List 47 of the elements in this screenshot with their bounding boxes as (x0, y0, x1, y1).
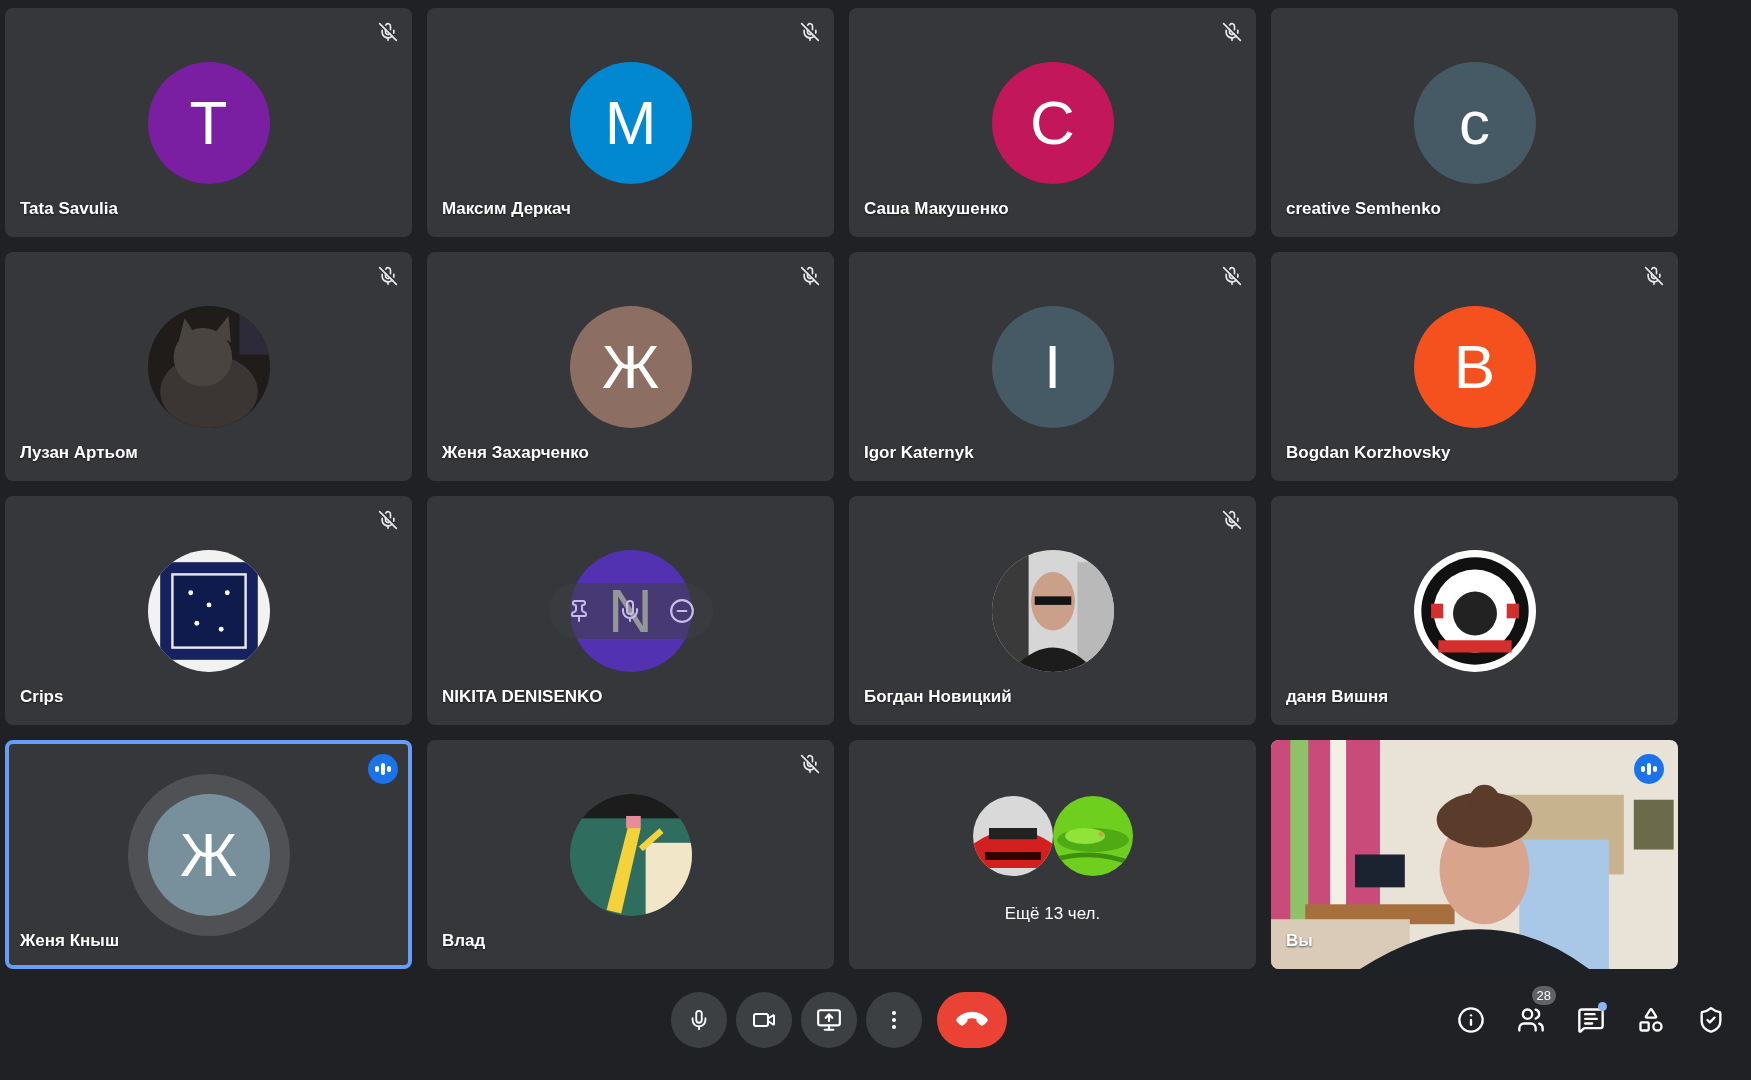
participant-name: Crips (20, 687, 64, 707)
participant-tile[interactable]: Влад (427, 740, 834, 969)
participant-tile[interactable]: Ж Женя Захарченко (427, 252, 834, 481)
more-participants-tile[interactable]: Ещё 13 чел. (849, 740, 1256, 969)
avatar: Ж (569, 305, 692, 428)
participant-name: Максим Деркач (442, 199, 571, 219)
participant-name: Саша Макушенко (864, 199, 1009, 219)
participant-name: Вы (1286, 931, 1313, 951)
participant-name: Igor Katernyk (864, 443, 974, 463)
avatar: C (991, 61, 1114, 184)
participant-tile[interactable]: Богдан Новицкий (849, 496, 1256, 725)
participant-name: Богдан Новицкий (864, 687, 1012, 707)
participant-tile[interactable]: Ж Женя Кныш (5, 740, 412, 969)
info-icon (1457, 1005, 1485, 1034)
participant-name: Женя Захарченко (442, 443, 589, 463)
avatar: N (569, 549, 692, 672)
participant-tile[interactable]: даня Вишня (1271, 496, 1678, 725)
participant-name: Bogdan Korzhovsky (1286, 443, 1451, 463)
participant-tile[interactable]: Crips (5, 496, 412, 725)
avatar: M (569, 61, 692, 184)
minus-circle-icon (668, 597, 695, 624)
avatar: B (1413, 305, 1536, 428)
participant-tile[interactable]: Лузан Артьом (5, 252, 412, 481)
participant-tile[interactable]: C Саша Макушенко (849, 8, 1256, 237)
participant-tile[interactable]: I Igor Katernyk (849, 252, 1256, 481)
participant-name: creative Semhenko (1286, 199, 1441, 219)
participant-tile[interactable]: N NIKITA DENISENKO (427, 496, 834, 725)
avatar: c (1413, 61, 1536, 184)
participant-name: Лузан Артьом (20, 443, 138, 463)
participant-tile[interactable]: T Tata Savulia (5, 8, 412, 237)
present-screen-icon (816, 1006, 842, 1033)
participant-name: NIKITA DENISENKO (442, 687, 603, 707)
chat-icon (1577, 1005, 1605, 1034)
people-count-badge: 28 (1531, 985, 1556, 1005)
participant-name: Tata Savulia (20, 199, 118, 219)
participant-name: Женя Кныш (20, 931, 120, 951)
participant-name: даня Вишня (1286, 687, 1389, 707)
participant-tile[interactable]: B Bogdan Korzhovsky (1271, 252, 1678, 481)
participant-name: Влад (442, 931, 486, 951)
people-icon (1517, 1005, 1545, 1034)
participant-tile[interactable]: c creative Semhenko (1271, 8, 1678, 237)
more-participants-label: Ещё 13 чел. (1004, 903, 1101, 924)
more-icon (892, 1010, 896, 1029)
participant-tile[interactable]: M Максим Деркач (427, 8, 834, 237)
avatar: T (147, 61, 270, 184)
shapes-icon (1637, 1005, 1665, 1034)
avatar: I (991, 305, 1114, 428)
